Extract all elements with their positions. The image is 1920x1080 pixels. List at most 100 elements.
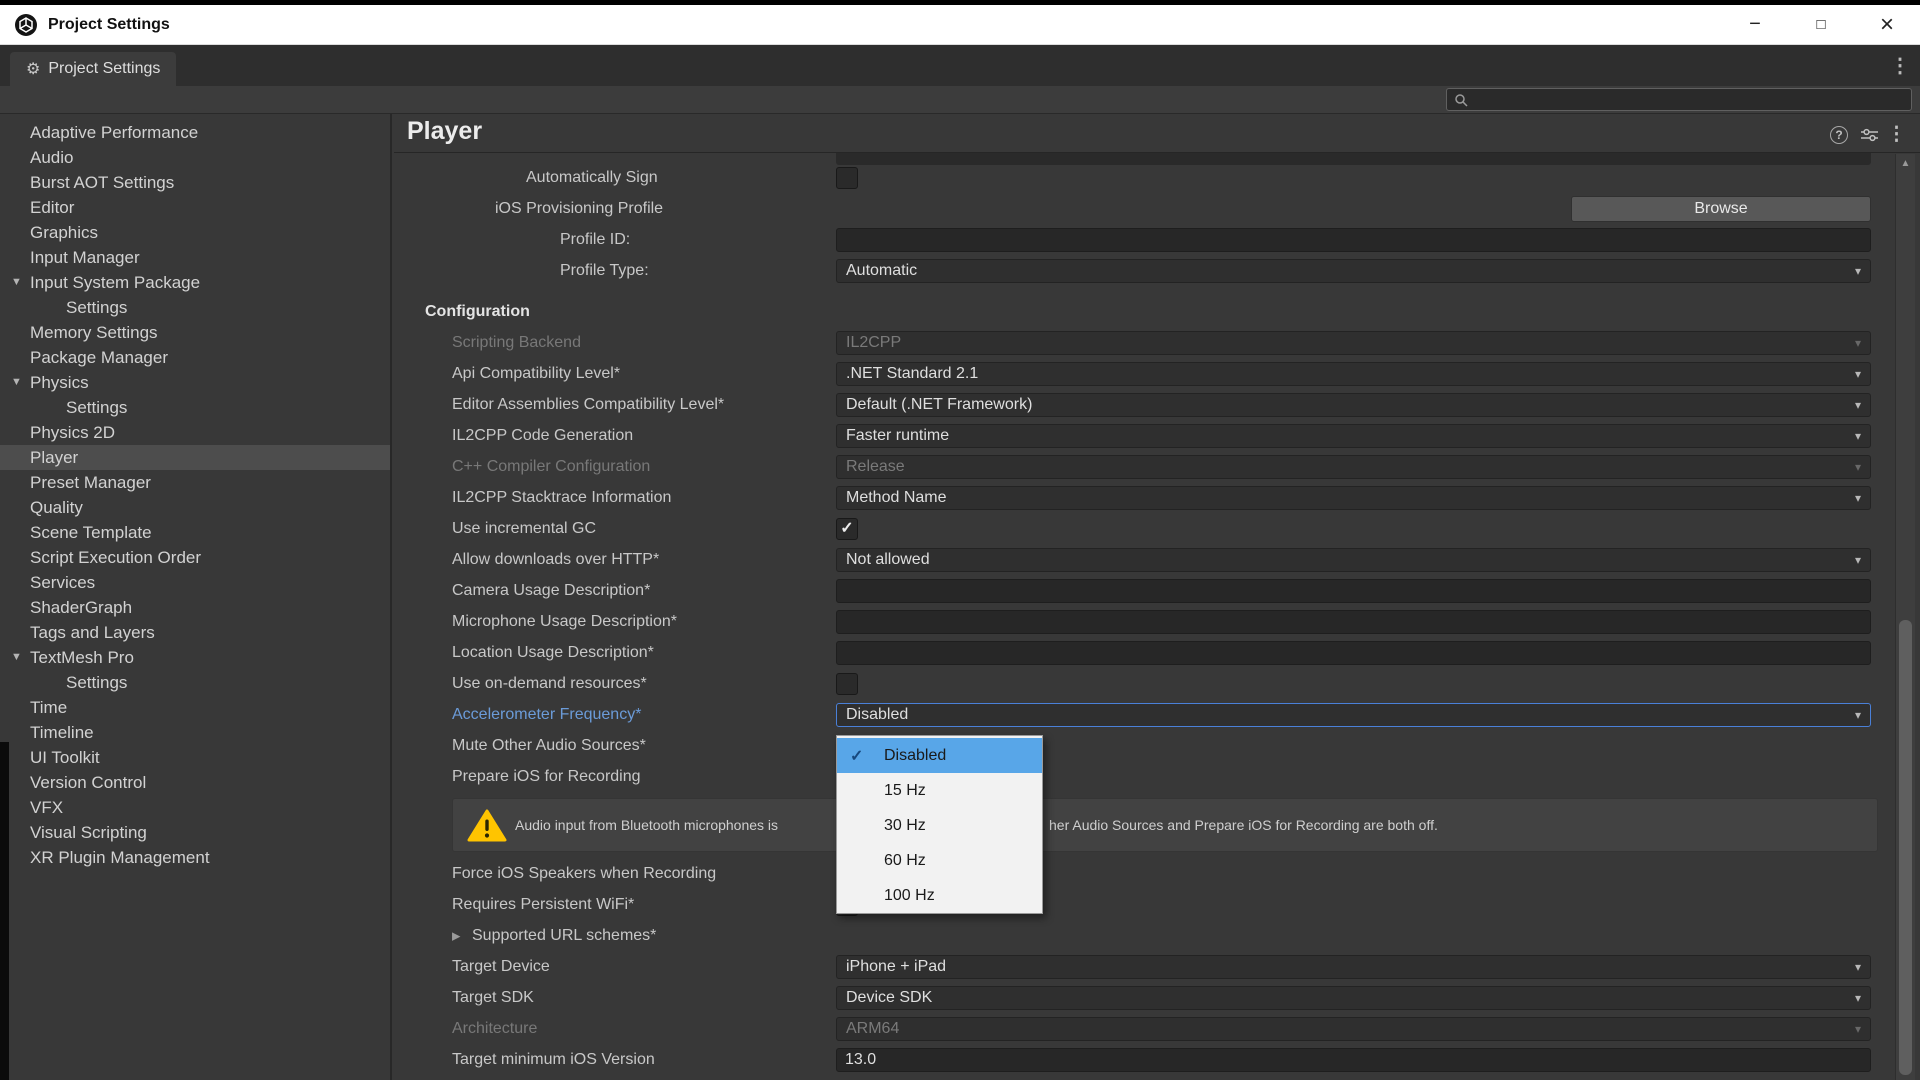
sidebar-item-tags-and-layers[interactable]: Tags and Layers — [0, 620, 390, 645]
sidebar-item-shadergraph[interactable]: ShaderGraph — [0, 595, 390, 620]
popup-item-60hz[interactable]: 60 Hz — [837, 843, 1042, 878]
sidebar-item-input-system-settings[interactable]: Settings — [0, 295, 390, 320]
foldout-closed-icon[interactable]: ▶ — [452, 929, 460, 942]
accelerometer-frequency-dropdown[interactable]: Disabled ▾ — [836, 703, 1871, 727]
maximize-button[interactable]: □ — [1788, 5, 1854, 44]
sidebar-item-timeline[interactable]: Timeline — [0, 720, 390, 745]
tab-menu-dots-icon[interactable]: ⋮ — [1890, 53, 1910, 78]
sidebar-item-input-manager[interactable]: Input Manager — [0, 245, 390, 270]
minimize-button[interactable]: − — [1722, 5, 1788, 44]
close-button[interactable]: × — [1854, 5, 1920, 44]
sidebar-item-memory-settings[interactable]: Memory Settings — [0, 320, 390, 345]
sidebar-item-scene-template[interactable]: Scene Template — [0, 520, 390, 545]
preset-icon[interactable] — [1861, 128, 1878, 142]
row-scripting-backend: Scripting Backend IL2CPP ▾ — [394, 327, 1920, 358]
target-device-dropdown[interactable]: iPhone + iPad ▾ — [836, 955, 1871, 979]
sidebar-item-quality[interactable]: Quality — [0, 495, 390, 520]
sidebar-item-time[interactable]: Time — [0, 695, 390, 720]
popup-item-100hz[interactable]: 100 Hz — [837, 878, 1042, 913]
panel-menu-dots-icon[interactable]: ⋮ — [1887, 123, 1906, 146]
dropdown-arrow-icon: ▾ — [1855, 264, 1861, 278]
il2cpp-codegen-dropdown[interactable]: Faster runtime ▾ — [836, 424, 1871, 448]
sidebar-item-adaptive-performance[interactable]: Adaptive Performance — [0, 120, 390, 145]
location-usage-field[interactable] — [836, 641, 1871, 665]
row-camera-usage: Camera Usage Description* — [394, 575, 1920, 606]
project-settings-window: Project Settings − □ × ⚙ Project Setting… — [0, 0, 1920, 1080]
microphone-usage-field[interactable] — [836, 610, 1871, 634]
sidebar-item-burst-aot-settings[interactable]: Burst AOT Settings — [0, 170, 390, 195]
foldout-open-icon[interactable]: ▼ — [11, 276, 22, 288]
api-compatibility-dropdown[interactable]: .NET Standard 2.1 ▾ — [836, 362, 1871, 386]
camera-usage-field[interactable] — [836, 579, 1871, 603]
sidebar-item-graphics[interactable]: Graphics — [0, 220, 390, 245]
sidebar-item-xr-plugin-management[interactable]: XR Plugin Management — [0, 845, 390, 870]
sidebar-item-label: Audio — [30, 148, 73, 168]
window-controls: − □ × — [1722, 5, 1920, 44]
row-ios-provisioning-profile: iOS Provisioning Profile Browse — [394, 193, 1920, 224]
checkmark-icon: ✓ — [850, 746, 863, 766]
sidebar-item-preset-manager[interactable]: Preset Manager — [0, 470, 390, 495]
help-icon[interactable]: ? — [1830, 126, 1848, 144]
incremental-gc-checkbox[interactable]: ✓ — [836, 518, 858, 540]
help-glyph: ? — [1835, 128, 1842, 142]
sidebar-item-label: Physics 2D — [30, 423, 115, 443]
profile-id-field[interactable] — [836, 228, 1871, 252]
popup-item-disabled[interactable]: ✓ Disabled — [837, 738, 1042, 773]
profile-type-dropdown[interactable]: Automatic ▾ — [836, 259, 1871, 283]
sidebar-item-input-system-package[interactable]: ▼ Input System Package — [0, 270, 390, 295]
sidebar-item-textmesh-pro[interactable]: ▼TextMesh Pro — [0, 645, 390, 670]
sidebar-item-physics[interactable]: ▼ Physics — [0, 370, 390, 395]
setting-label: IL2CPP Code Generation — [452, 427, 633, 445]
row-mute-other-audio: Mute Other Audio Sources* — [394, 730, 1920, 761]
sidebar-item-visual-scripting[interactable]: Visual Scripting — [0, 820, 390, 845]
editor-assemblies-dropdown[interactable]: Default (.NET Framework) ▾ — [836, 393, 1871, 417]
setting-label: Target minimum iOS Version — [452, 1051, 655, 1069]
background-window-artifact-top — [0, 0, 1920, 5]
sidebar-item-version-control[interactable]: Version Control — [0, 770, 390, 795]
browse-button[interactable]: Browse — [1571, 196, 1871, 222]
tab-project-settings[interactable]: ⚙ Project Settings — [10, 52, 176, 86]
automatically-sign-checkbox[interactable] — [836, 167, 858, 189]
setting-label: iOS Provisioning Profile — [495, 200, 663, 218]
target-sdk-dropdown[interactable]: Device SDK ▾ — [836, 986, 1871, 1010]
popup-item-label: Disabled — [884, 747, 946, 765]
sidebar-item-ui-toolkit[interactable]: UI Toolkit — [0, 745, 390, 770]
foldout-open-icon[interactable]: ▼ — [11, 651, 22, 663]
sidebar-item-services[interactable]: Services — [0, 570, 390, 595]
sidebar-item-package-manager[interactable]: Package Manager — [0, 345, 390, 370]
sidebar-item-label: Input System Package — [30, 273, 200, 293]
sidebar-item-audio[interactable]: Audio — [0, 145, 390, 170]
target-min-ios-field[interactable] — [836, 1048, 1871, 1072]
row-location-usage: Location Usage Description* — [394, 637, 1920, 668]
sidebar-item-editor[interactable]: Editor — [0, 195, 390, 220]
sidebar-item-player[interactable]: Player — [0, 445, 390, 470]
row-il2cpp-stacktrace: IL2CPP Stacktrace Information Method Nam… — [394, 482, 1920, 513]
sidebar-item-textmesh-pro-settings[interactable]: Settings — [0, 670, 390, 695]
sidebar-item-vfx[interactable]: VFX — [0, 795, 390, 820]
foldout-open-icon[interactable]: ▼ — [11, 376, 22, 388]
warning-help-box: Audio input from Bluetooth microphones i… — [452, 798, 1878, 852]
sidebar-item-physics-2d[interactable]: Physics 2D — [0, 420, 390, 445]
search-box[interactable] — [1446, 88, 1912, 111]
setting-label[interactable]: Supported URL schemes* — [472, 927, 656, 945]
dropdown-value: Release — [846, 458, 905, 476]
on-demand-resources-checkbox[interactable] — [836, 673, 858, 695]
search-input[interactable] — [1468, 92, 1911, 108]
il2cpp-stacktrace-dropdown[interactable]: Method Name ▾ — [836, 486, 1871, 510]
sidebar-item-script-execution-order[interactable]: Script Execution Order — [0, 545, 390, 570]
sidebar-item-label: Burst AOT Settings — [30, 173, 174, 193]
popup-item-15hz[interactable]: 15 Hz — [837, 773, 1042, 808]
row-accelerometer-frequency: Accelerometer Frequency* Disabled ▾ — [394, 699, 1920, 730]
accelerometer-frequency-popup: ✓ Disabled 15 Hz 30 Hz 60 Hz 100 Hz — [836, 735, 1043, 914]
panel-header: Player ? ⋮ — [394, 114, 1920, 153]
scrollbar-thumb[interactable] — [1899, 620, 1912, 1075]
sidebar-item-physics-settings[interactable]: Settings — [0, 395, 390, 420]
popup-item-label: 30 Hz — [884, 817, 926, 835]
vertical-scrollbar[interactable]: ▲ — [1895, 154, 1915, 1080]
allow-http-dropdown[interactable]: Not allowed ▾ — [836, 548, 1871, 572]
row-force-ios-speakers: Force iOS Speakers when Recording — [394, 858, 1920, 889]
scroll-up-icon[interactable]: ▲ — [1896, 158, 1915, 169]
row-profile-type: Profile Type: Automatic ▾ — [394, 255, 1920, 286]
sidebar-item-label: Physics — [30, 373, 89, 393]
popup-item-30hz[interactable]: 30 Hz — [837, 808, 1042, 843]
